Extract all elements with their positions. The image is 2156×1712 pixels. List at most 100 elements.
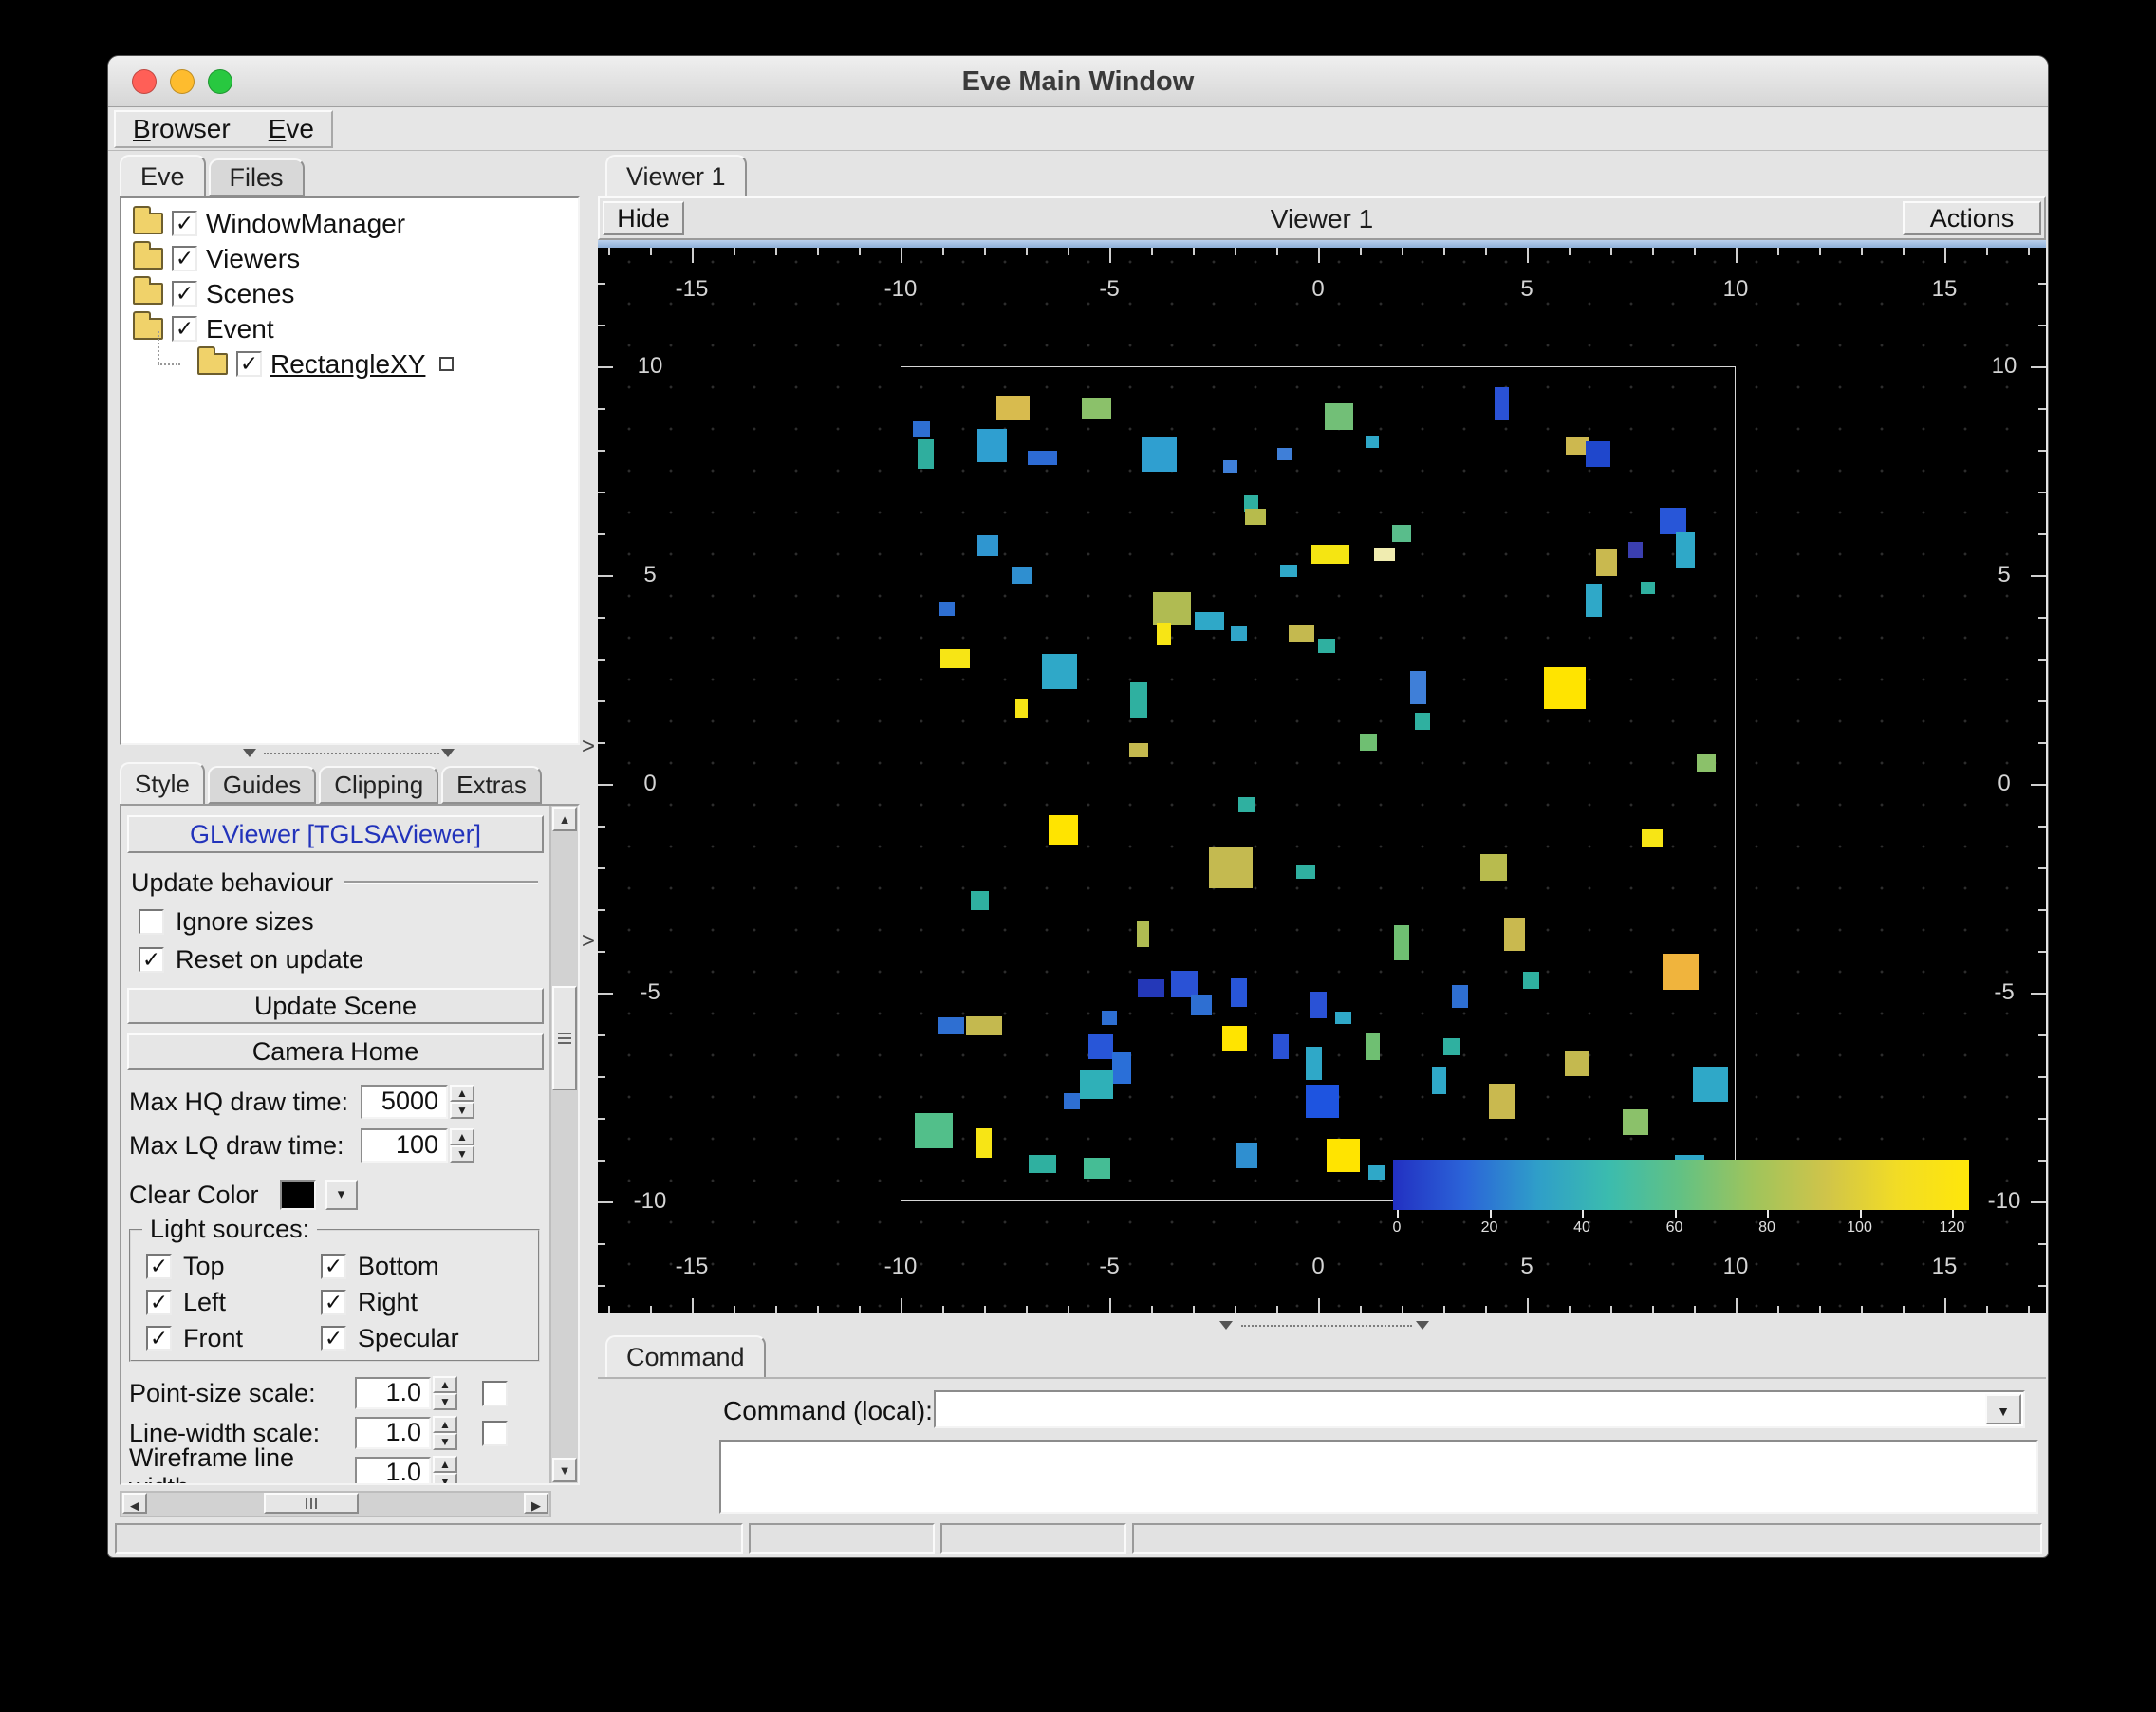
window-title: Eve Main Window bbox=[961, 66, 1195, 97]
spinner-line-width-scale-checkbox[interactable] bbox=[482, 1420, 508, 1446]
tab-guides[interactable]: Guides bbox=[207, 766, 317, 804]
axis-tick bbox=[598, 408, 605, 410]
light-specular-checkbox[interactable]: ✓ bbox=[321, 1325, 346, 1351]
tab-style[interactable]: Style bbox=[120, 762, 205, 804]
title-bar[interactable]: Eve Main Window bbox=[108, 56, 2048, 107]
tree-checkbox[interactable]: ✓ bbox=[172, 246, 197, 271]
clear-color-swatch[interactable] bbox=[279, 1180, 316, 1210]
light-front-label: Front bbox=[183, 1323, 244, 1352]
tab-clipping[interactable]: Clipping bbox=[319, 766, 439, 804]
glviewer-header-button[interactable]: GLViewer [TGLSAViewer] bbox=[127, 815, 544, 853]
spinner-max-hq-draw-time-up-icon[interactable]: ▲ bbox=[450, 1085, 474, 1102]
spinner-point-size-scale-down-icon[interactable]: ▼ bbox=[433, 1393, 457, 1410]
checkbox-reset-on-update[interactable]: ✓ Reset on update bbox=[139, 944, 549, 975]
scrollbar-thumb[interactable] bbox=[264, 1493, 359, 1514]
tree-item-rectanglexy[interactable]: ✓ RectangleXY bbox=[121, 331, 578, 381]
scrollbar-thumb[interactable] bbox=[552, 986, 577, 1090]
light-bottom-checkbox[interactable]: ✓ bbox=[321, 1253, 346, 1279]
tree-item-windowmanager[interactable]: ✓ WindowManager bbox=[121, 206, 578, 241]
scroll-left-icon[interactable]: ◀ bbox=[122, 1493, 147, 1514]
gl-viewer-canvas[interactable]: -15 -15 -10 -10 -5 -5 0 0 5 5 10 10 15 15 10 10 5 5 0 0 -5 -5… bbox=[598, 248, 2046, 1313]
update-scene-button[interactable]: Update Scene bbox=[127, 988, 544, 1024]
tree-item-event[interactable]: ✓ Event bbox=[121, 311, 578, 346]
splitter-collapse-up-icon[interactable] bbox=[1219, 1321, 1233, 1330]
spinner-line-width-scale-down-icon[interactable]: ▼ bbox=[433, 1433, 457, 1450]
axis-tick bbox=[1151, 1306, 1153, 1313]
spinner-max-lq-draw-time-up-icon[interactable]: ▲ bbox=[450, 1128, 474, 1145]
light-left-checkbox[interactable]: ✓ bbox=[146, 1289, 172, 1315]
spinner-line-width-scale-stepper[interactable]: ▲ ▼ bbox=[433, 1416, 457, 1450]
command-input[interactable]: ▼ bbox=[934, 1390, 2025, 1428]
splitter-collapse-up-icon[interactable] bbox=[243, 749, 256, 757]
light-right-checkbox[interactable]: ✓ bbox=[321, 1289, 346, 1315]
tree-checkbox[interactable]: ✓ bbox=[172, 316, 197, 342]
menu-eve[interactable]: Eve bbox=[269, 114, 314, 144]
viewer-title: Viewer 1 bbox=[1270, 204, 1374, 233]
camera-home-button[interactable]: Camera Home bbox=[127, 1033, 544, 1070]
spinner-line-width-scale-up-icon[interactable]: ▲ bbox=[433, 1416, 457, 1433]
tab-eve[interactable]: Eve bbox=[120, 155, 206, 196]
spinner-max-hq-draw-time-down-icon[interactable]: ▼ bbox=[450, 1102, 474, 1119]
spinner-wireframe-line-width-down-icon[interactable]: ▼ bbox=[433, 1473, 457, 1483]
left-horizontal-splitter[interactable] bbox=[120, 745, 580, 762]
checkbox-ignore-sizes-checkbox[interactable] bbox=[139, 908, 164, 935]
spinner-max-lq-draw-time-stepper[interactable]: ▲ ▼ bbox=[450, 1128, 474, 1163]
tree-item-viewers[interactable]: ✓ Viewers bbox=[121, 241, 578, 276]
spinner-max-hq-draw-time-stepper[interactable]: ▲ ▼ bbox=[450, 1085, 474, 1119]
panel-splitter-handle-icon[interactable]: > bbox=[582, 735, 595, 758]
command-output-area[interactable] bbox=[719, 1440, 2038, 1514]
eve-object-tree[interactable]: ✓ WindowManager ✓ Viewers ✓ Scenes ✓ Event ✓ Rect… bbox=[120, 196, 580, 745]
light-top-checkbox[interactable]: ✓ bbox=[146, 1253, 172, 1279]
menu-browser[interactable]: Browser bbox=[133, 114, 231, 144]
spinner-wireframe-line-width-value[interactable]: 1.0 bbox=[355, 1457, 431, 1483]
tab-files[interactable]: Files bbox=[208, 158, 305, 196]
style-horizontal-scrollbar[interactable]: ◀ ▶ bbox=[120, 1491, 551, 1517]
light-right[interactable]: ✓ Right bbox=[321, 1288, 530, 1316]
tab-viewer-1[interactable]: Viewer 1 bbox=[605, 155, 747, 196]
spinner-point-size-scale-up-icon[interactable]: ▲ bbox=[433, 1376, 457, 1393]
checkbox-reset-on-update-checkbox[interactable]: ✓ bbox=[139, 946, 164, 973]
light-bottom[interactable]: ✓ Bottom bbox=[321, 1252, 530, 1280]
spinner-max-lq-draw-time-value[interactable]: 100 bbox=[361, 1128, 448, 1163]
spinner-max-hq-draw-time-value[interactable]: 5000 bbox=[361, 1085, 448, 1119]
spinner-max-lq-draw-time-down-icon[interactable]: ▼ bbox=[450, 1145, 474, 1163]
viewer-command-splitter[interactable] bbox=[598, 1317, 2046, 1334]
event-rectangle bbox=[1137, 978, 1165, 998]
scroll-right-icon[interactable]: ▶ bbox=[524, 1493, 548, 1514]
style-vertical-scrollbar[interactable]: ▲ ▼ bbox=[549, 806, 578, 1483]
clear-color-dropdown-icon[interactable]: ▾ bbox=[325, 1180, 358, 1210]
spinner-point-size-scale-stepper[interactable]: ▲ ▼ bbox=[433, 1376, 457, 1410]
tree-checkbox[interactable]: ✓ bbox=[172, 211, 197, 236]
tree-checkbox[interactable]: ✓ bbox=[236, 351, 262, 377]
tab-extras[interactable]: Extras bbox=[441, 766, 542, 804]
scroll-up-icon[interactable]: ▲ bbox=[552, 807, 577, 831]
light-specular[interactable]: ✓ Specular bbox=[321, 1324, 530, 1352]
chevron-down-icon[interactable]: ▼ bbox=[1985, 1394, 2021, 1424]
update-behaviour-label: Update behaviour bbox=[131, 867, 334, 897]
colorbar-tick-label: 120 bbox=[1939, 1219, 1965, 1236]
panel-splitter-handle-icon[interactable]: > bbox=[582, 930, 595, 953]
y-axis-label: -10 bbox=[633, 1188, 667, 1214]
light-left[interactable]: ✓ Left bbox=[146, 1288, 321, 1316]
tab-command[interactable]: Command bbox=[605, 1335, 766, 1377]
event-rectangle bbox=[1415, 713, 1430, 730]
scroll-down-icon[interactable]: ▼ bbox=[552, 1458, 577, 1482]
tree-item-label: WindowManager bbox=[206, 208, 406, 238]
event-rectangle bbox=[1564, 1051, 1589, 1076]
light-front-checkbox[interactable]: ✓ bbox=[146, 1325, 172, 1351]
y-axis-label: 10 bbox=[1991, 353, 2017, 379]
splitter-collapse-down-icon[interactable] bbox=[441, 749, 455, 757]
spinner-point-size-scale-value[interactable]: 1.0 bbox=[355, 1377, 431, 1409]
tree-checkbox[interactable]: ✓ bbox=[172, 281, 197, 307]
actions-button[interactable]: Actions bbox=[1903, 201, 2041, 235]
spinner-wireframe-line-width-up-icon[interactable]: ▲ bbox=[433, 1456, 457, 1473]
spinner-wireframe-line-width-stepper[interactable]: ▲ ▼ bbox=[433, 1456, 457, 1483]
checkbox-ignore-sizes[interactable]: Ignore sizes bbox=[139, 906, 549, 937]
light-top[interactable]: ✓ Top bbox=[146, 1252, 321, 1280]
light-front[interactable]: ✓ Front bbox=[146, 1324, 321, 1352]
spinner-line-width-scale-value[interactable]: 1.0 bbox=[355, 1417, 431, 1449]
tree-item-scenes[interactable]: ✓ Scenes bbox=[121, 276, 578, 311]
spinner-point-size-scale-checkbox[interactable] bbox=[482, 1380, 508, 1406]
axis-tick bbox=[1318, 248, 1320, 263]
splitter-collapse-down-icon[interactable] bbox=[1416, 1321, 1429, 1330]
